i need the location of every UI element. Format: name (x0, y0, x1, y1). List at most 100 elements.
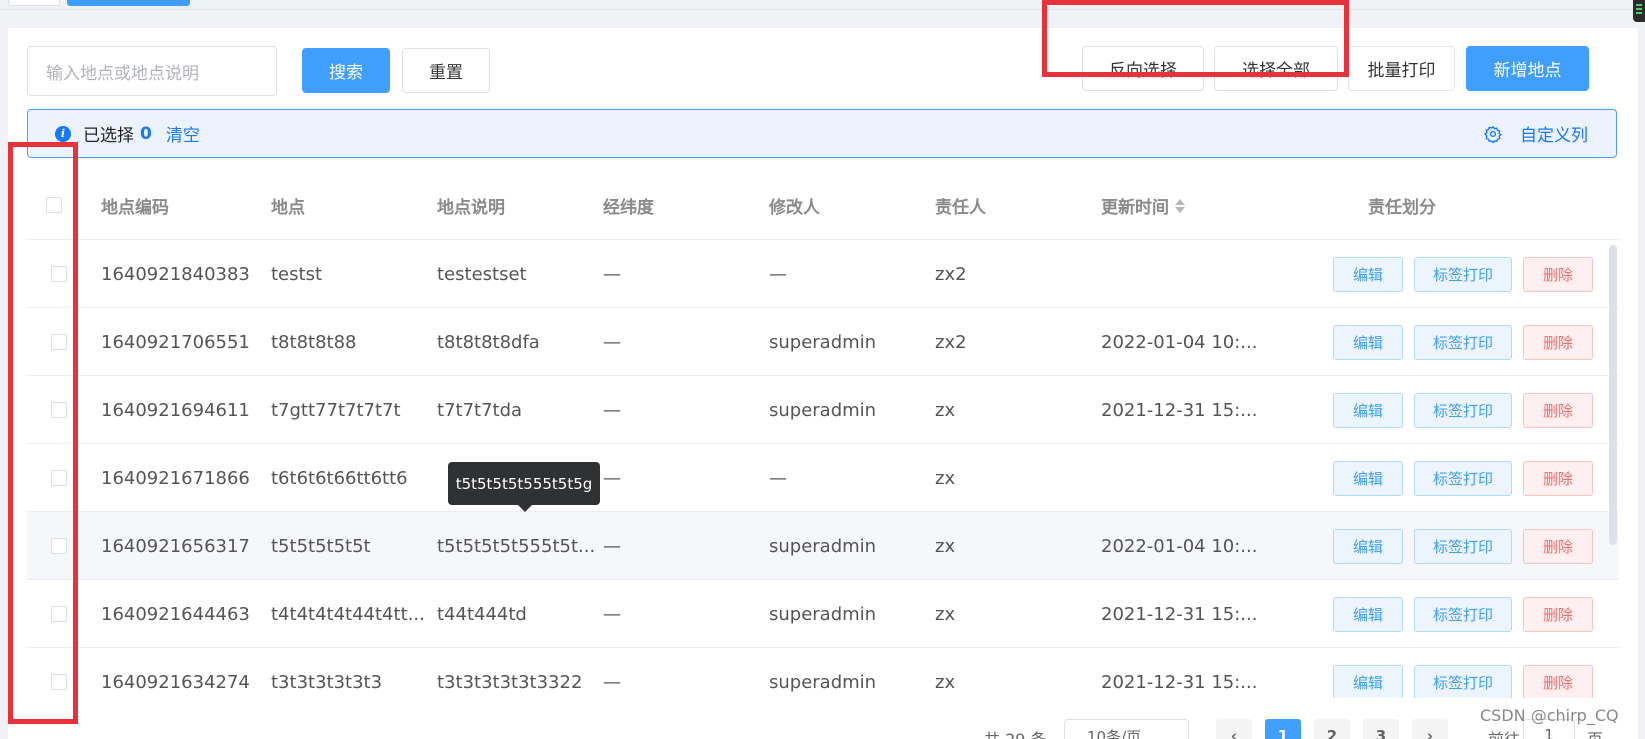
edit-button[interactable]: 编辑 (1333, 597, 1403, 632)
cell-place: testst (271, 263, 323, 285)
edit-button[interactable]: 编辑 (1333, 665, 1403, 698)
cell-owner: zx (935, 467, 956, 489)
page-button-1[interactable]: 1 (1265, 719, 1301, 739)
table-header: 地点编码 地点 地点说明 经纬度 修改人 责任人 更新时间 责任划分 (27, 171, 1619, 240)
label-print-button[interactable]: 标签打印 (1414, 597, 1512, 632)
cell-code: 1640921634274 (101, 671, 250, 693)
cell-updated-time: 2021-12-31 15:... (1101, 671, 1258, 693)
cell-description: testestset (437, 263, 527, 285)
cell-code: 1640921840383 (101, 263, 250, 285)
cell-coordinates: — (603, 399, 621, 421)
cell-owner: zx2 (935, 331, 967, 353)
main-card: 输入地点或地点说明 搜索 重置 反向选择 选择全部 批量打印 新增地点 i 已选… (8, 28, 1638, 739)
label-print-button[interactable]: 标签打印 (1414, 461, 1512, 496)
status-widget (1633, 0, 1645, 22)
cell-coordinates: — (603, 331, 621, 353)
cell-coordinates: — (603, 263, 621, 285)
selected-count: 0 (140, 123, 152, 144)
highlight-box-toolbar (1042, 0, 1349, 77)
search-input[interactable]: 输入地点或地点说明 (27, 46, 277, 96)
add-location-button[interactable]: 新增地点 (1466, 46, 1589, 91)
pagination-total: 共 29 条 (984, 726, 1047, 739)
edit-button[interactable]: 编辑 (1333, 529, 1403, 564)
cell-description: t44t444td (437, 603, 527, 625)
cell-owner: zx (935, 603, 956, 625)
label-print-button[interactable]: 标签打印 (1414, 665, 1512, 698)
cell-place: t6t6t6t66tt6tt6 (271, 467, 408, 489)
delete-button[interactable]: 删除 (1523, 257, 1593, 292)
table-row[interactable]: 1640921671866 t6t6t6t66tt6tt6 — — zx 编辑 标签打印 删除 (27, 444, 1619, 512)
next-page-button[interactable]: › (1412, 719, 1448, 739)
search-button[interactable]: 搜索 (302, 48, 390, 93)
cell-code: 1640921656317 (101, 535, 250, 557)
edit-button[interactable]: 编辑 (1333, 393, 1403, 428)
cell-modifier: superadmin (769, 603, 877, 625)
header-updated-time[interactable]: 更新时间 (1101, 171, 1185, 240)
cell-modifier: superadmin (769, 399, 877, 421)
cell-coordinates: — (603, 603, 621, 625)
page-button-3[interactable]: 3 (1363, 719, 1399, 739)
top-tab[interactable] (8, 0, 60, 6)
label-print-button[interactable]: 标签打印 (1414, 529, 1512, 564)
edit-button[interactable]: 编辑 (1333, 325, 1403, 360)
cell-updated-time: 2021-12-31 15:... (1101, 603, 1258, 625)
batch-print-button[interactable]: 批量打印 (1348, 46, 1455, 91)
edit-button[interactable]: 编辑 (1333, 461, 1403, 496)
cell-coordinates: — (603, 671, 621, 693)
cell-place: t5t5t5t5t5t (271, 535, 371, 557)
header-place: 地点 (271, 198, 305, 218)
delete-button[interactable]: 删除 (1523, 461, 1593, 496)
label-print-button[interactable]: 标签打印 (1414, 325, 1512, 360)
header-coordinates: 经纬度 (603, 198, 654, 218)
page-button-2[interactable]: 2 (1314, 719, 1350, 739)
cell-modifier: superadmin (769, 671, 877, 693)
reset-button[interactable]: 重置 (402, 48, 490, 93)
delete-button[interactable]: 删除 (1523, 325, 1593, 360)
goto-label: 前往 (1488, 726, 1520, 739)
table-scrollbar[interactable] (1609, 245, 1617, 545)
cell-description: t8t8t8t8dfa (437, 331, 540, 353)
cell-description: t7t7t7tda (437, 399, 523, 421)
cell-updated-time: 2021-12-31 15:... (1101, 399, 1258, 421)
page-size-select[interactable]: 10条/页 (1064, 719, 1189, 739)
sort-icon[interactable] (1175, 198, 1185, 213)
top-tab-active[interactable] (67, 0, 190, 6)
cell-modifier: — (769, 467, 787, 489)
cell-code: 1640921694611 (101, 399, 250, 421)
header-updated-label: 更新时间 (1101, 198, 1169, 218)
clear-selection-link[interactable]: 清空 (166, 121, 200, 146)
table-row[interactable]: 1640921634274 t3t3t3t3t3t3 t3t3t3t3t3t3322… (27, 648, 1619, 698)
header-owner: 责任人 (935, 198, 986, 218)
table-row[interactable]: 1640921694611 t7gtt77t7t7t7t t7t7t7tda — sup… (27, 376, 1619, 444)
delete-button[interactable]: 删除 (1523, 665, 1593, 698)
cell-owner: zx2 (935, 263, 967, 285)
delete-button[interactable]: 删除 (1523, 529, 1593, 564)
delete-button[interactable]: 删除 (1523, 597, 1593, 632)
cell-modifier: superadmin (769, 331, 877, 353)
top-tab-bar (0, 0, 1645, 22)
header-responsibility: 责任划分 (1368, 198, 1436, 218)
label-print-button[interactable]: 标签打印 (1414, 393, 1512, 428)
table-row[interactable]: 1640921706551 t8t8t8t88 t8t8t8t8dfa — supera… (27, 308, 1619, 376)
delete-button[interactable]: 删除 (1523, 393, 1593, 428)
cell-description: t3t3t3t3t3t3322 (437, 671, 583, 693)
label-print-button[interactable]: 标签打印 (1414, 257, 1512, 292)
cell-coordinates: — (603, 535, 621, 557)
cell-owner: zx (935, 399, 956, 421)
cell-owner: zx (935, 671, 956, 693)
edit-button[interactable]: 编辑 (1333, 257, 1403, 292)
cell-coordinates: — (603, 467, 621, 489)
cell-place: t3t3t3t3t3t3 (271, 671, 383, 693)
customize-columns-label: 自定义列 (1520, 126, 1588, 146)
selected-label: 已选择 (83, 126, 134, 146)
table-row[interactable]: 1640921840383 testst testestset — — zx2 编辑 标签打印… (27, 240, 1619, 308)
cell-updated-time: 2022-01-04 10:... (1101, 331, 1258, 353)
cell-updated-time: 2022-01-04 10:... (1101, 535, 1258, 557)
customize-columns-button[interactable]: 自定义列 (1484, 110, 1588, 157)
cell-modifier: superadmin (769, 535, 877, 557)
prev-page-button[interactable]: ‹ (1216, 719, 1252, 739)
table-row[interactable]: 1640921644463 t4t4t4t4t44t4tt... t44t444td… (27, 580, 1619, 648)
search-placeholder: 输入地点或地点说明 (46, 63, 199, 84)
info-icon: i (55, 125, 71, 142)
table-row[interactable]: 1640921656317 t5t5t5t5t5t t5t5t5t5t555t5t.… (27, 512, 1619, 580)
